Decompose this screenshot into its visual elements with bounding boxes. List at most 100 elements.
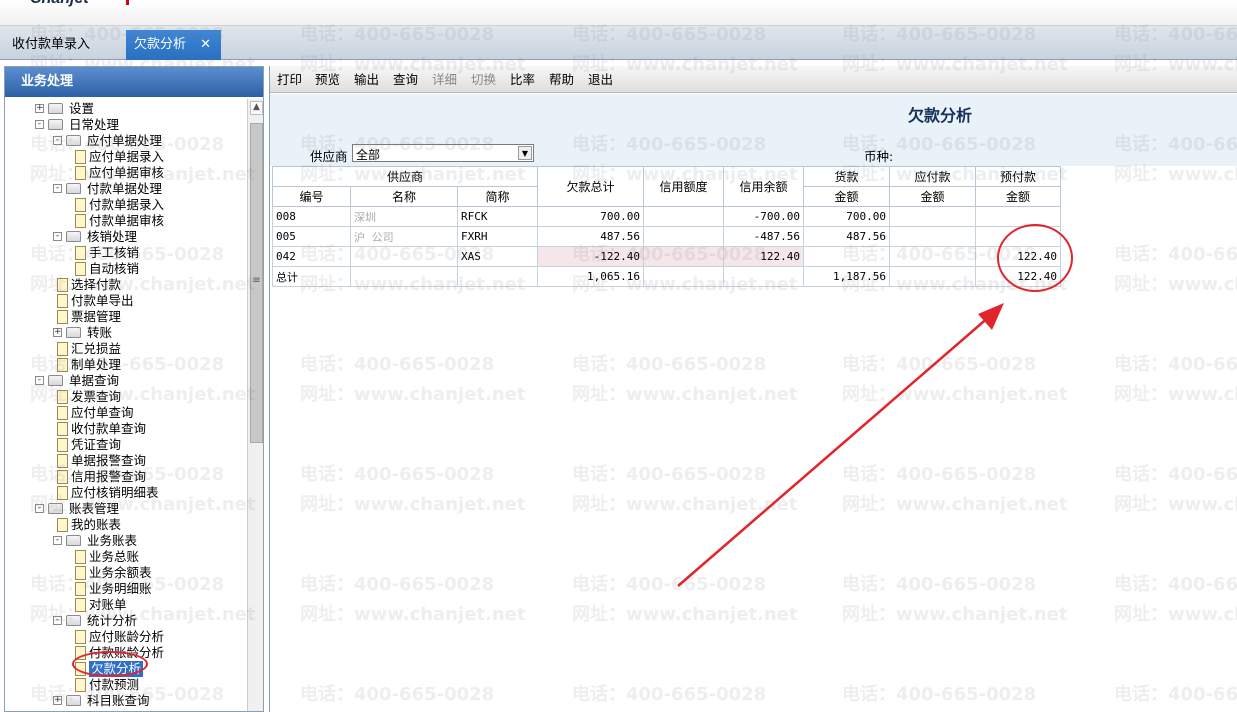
collapse-icon[interactable]: - bbox=[35, 120, 44, 129]
switch-button[interactable]: 切换 bbox=[471, 70, 496, 90]
folder-icon bbox=[66, 327, 81, 338]
close-icon[interactable]: ✕ bbox=[200, 30, 211, 60]
cell-total: -122.40 bbox=[537, 246, 645, 267]
collapse-icon[interactable]: - bbox=[53, 136, 62, 145]
cell-payable bbox=[889, 246, 977, 267]
cell-credit bbox=[643, 226, 725, 247]
cell-credit bbox=[643, 206, 725, 227]
column-header-total[interactable]: 欠款总计 bbox=[537, 166, 645, 207]
cell-balance: 122.40 bbox=[723, 246, 805, 267]
document-icon bbox=[57, 390, 68, 404]
tree-scrollbar[interactable]: ▲ ≡ bbox=[247, 99, 263, 711]
document-icon bbox=[57, 358, 68, 372]
cell-name bbox=[350, 246, 458, 267]
currency-label: 币种: bbox=[864, 149, 894, 164]
column-header-code[interactable]: 编号 bbox=[272, 186, 351, 207]
cell-prepay bbox=[975, 206, 1062, 227]
collapse-icon[interactable]: - bbox=[53, 232, 62, 241]
tree-node-label: 应付账龄分析 bbox=[89, 629, 165, 644]
folder-icon bbox=[66, 135, 81, 146]
cell-payable bbox=[889, 206, 977, 227]
document-icon bbox=[75, 198, 86, 212]
table-row[interactable]: 042 XAS -122.40 122.40 122.40 bbox=[272, 246, 1062, 267]
tree-node-label: 转账 bbox=[87, 325, 113, 340]
collapse-icon[interactable]: - bbox=[35, 504, 44, 513]
expand-icon[interactable]: + bbox=[53, 696, 62, 705]
debt-analysis-grid: 供应商 欠款总计 信用额度 信用余额 货款 应付款 预付款 编号 名称 简称 金… bbox=[271, 166, 1062, 292]
tree-node-label: 制单处理 bbox=[71, 357, 122, 372]
folder-icon bbox=[66, 615, 81, 626]
expand-icon[interactable]: + bbox=[35, 104, 44, 113]
column-header-goods-amount[interactable]: 金额 bbox=[803, 186, 891, 207]
tab-debt-analysis[interactable]: 欠款分析 ✕ bbox=[126, 30, 221, 60]
folder-icon bbox=[66, 183, 81, 194]
cell-payable bbox=[889, 266, 977, 287]
brand-mark-icon bbox=[126, 0, 129, 5]
column-header-credit-balance[interactable]: 信用余额 bbox=[723, 166, 805, 207]
total-row[interactable]: 总计 1,065.16 1,187.56 122.40 bbox=[272, 266, 1062, 287]
tree-node-label: 凭证查询 bbox=[71, 437, 122, 452]
ratio-button[interactable]: 比率 bbox=[510, 70, 535, 90]
document-icon bbox=[75, 582, 86, 596]
document-icon bbox=[75, 678, 86, 692]
column-header-payable-amount[interactable]: 金额 bbox=[889, 186, 977, 207]
column-header-credit[interactable]: 信用额度 bbox=[643, 166, 725, 207]
collapse-icon[interactable]: - bbox=[35, 376, 44, 385]
column-header-prepay-amount[interactable]: 金额 bbox=[975, 186, 1062, 207]
vendor-select[interactable]: 全部 ▼ bbox=[352, 144, 534, 162]
tree-node-label: 应付单据录入 bbox=[89, 149, 165, 164]
chevron-down-icon[interactable]: ▼ bbox=[518, 146, 532, 160]
cell-goods: 700.00 bbox=[803, 206, 891, 227]
document-icon bbox=[57, 470, 68, 484]
cell-name: 沪 公司 bbox=[350, 226, 458, 247]
collapse-icon[interactable]: - bbox=[53, 184, 62, 193]
table-row[interactable]: 005 沪 公司 FXRH 487.56 -487.56 487.56 bbox=[272, 226, 1062, 247]
expand-icon[interactable]: + bbox=[53, 328, 62, 337]
cell-balance bbox=[723, 266, 805, 287]
folder-icon bbox=[48, 375, 63, 386]
tree-node-label: 收付款单查询 bbox=[71, 421, 147, 436]
tree-node-label: 应付单据处理 bbox=[87, 133, 163, 148]
cell-short: RFCK bbox=[456, 206, 539, 227]
folder-icon bbox=[66, 535, 81, 546]
tab-label: 欠款分析 bbox=[134, 37, 187, 52]
annotation-circle-prepay bbox=[997, 224, 1073, 292]
tree-node-label: 业务明细账 bbox=[89, 581, 152, 596]
tab-label: 收付款单录入 bbox=[12, 37, 91, 52]
cell-short: XAS bbox=[456, 246, 539, 267]
document-icon bbox=[75, 150, 86, 164]
tree-node-label: 付款单据录入 bbox=[89, 197, 165, 212]
tab-receipt-entry[interactable]: 收付款单录入 bbox=[0, 30, 122, 60]
table-row[interactable]: 008 深圳 RFCK 700.00 -700.00 700.00 bbox=[272, 206, 1062, 227]
cell-code: 008 bbox=[272, 206, 351, 227]
column-group-prepay: 预付款 bbox=[975, 166, 1062, 187]
top-brand-bar: Chanjet bbox=[0, 0, 1237, 26]
cell-goods: 1,187.56 bbox=[803, 266, 891, 287]
document-icon bbox=[75, 630, 86, 644]
document-icon bbox=[75, 246, 86, 260]
tab-strip: 收付款单录入 欠款分析 ✕ bbox=[0, 26, 1237, 60]
panel-title: 业务处理 bbox=[5, 67, 263, 97]
tree-node-label: 付款单据审核 bbox=[89, 213, 165, 228]
cell-credit bbox=[643, 246, 725, 267]
help-button[interactable]: 帮助 bbox=[549, 70, 574, 90]
collapse-icon[interactable]: - bbox=[53, 536, 62, 545]
tree-node-label: 统计分析 bbox=[87, 613, 138, 628]
detail-button[interactable]: 详细 bbox=[432, 70, 457, 90]
tree-node-label: 业务账表 bbox=[87, 533, 138, 548]
document-icon bbox=[75, 598, 86, 612]
tree-node-label: 票据管理 bbox=[71, 309, 122, 324]
preview-button[interactable]: 预览 bbox=[315, 70, 340, 90]
column-header-name[interactable]: 名称 bbox=[350, 186, 458, 207]
toolbar: 打印 预览 输出 查询 详细 切换 比率 帮助 退出 bbox=[270, 66, 1237, 93]
scroll-up-icon[interactable]: ▲ bbox=[250, 101, 263, 115]
tree-node-label: 日常处理 bbox=[69, 117, 120, 132]
print-button[interactable]: 打印 bbox=[277, 70, 302, 90]
collapse-icon[interactable]: - bbox=[53, 616, 62, 625]
exit-button[interactable]: 退出 bbox=[588, 70, 613, 90]
export-button[interactable]: 输出 bbox=[354, 70, 379, 90]
query-button[interactable]: 查询 bbox=[393, 70, 418, 90]
folder-icon bbox=[48, 503, 63, 514]
folder-icon bbox=[48, 119, 63, 130]
column-header-short[interactable]: 简称 bbox=[456, 186, 539, 207]
